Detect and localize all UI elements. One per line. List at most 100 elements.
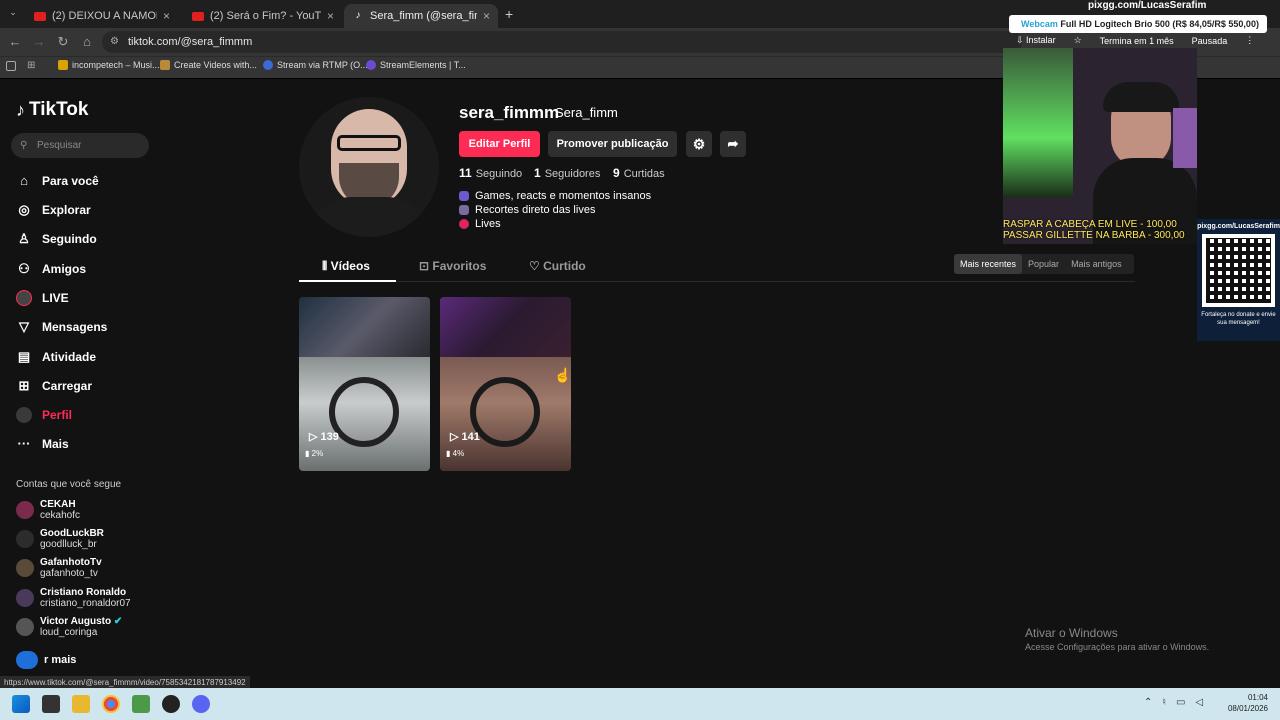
- live-icon: [16, 290, 32, 306]
- avatar: [16, 501, 34, 519]
- sidebar-item-live[interactable]: LIVE: [16, 287, 69, 309]
- update-button[interactable]: Termina em 1 mês: [1100, 36, 1174, 46]
- apps-icon[interactable]: ⊞: [27, 60, 35, 71]
- bookmark-1[interactable]: incompetech – Musi...: [58, 60, 160, 70]
- mouse-cursor-icon: ☝: [554, 367, 572, 383]
- clock[interactable]: 01:04 08/01/2026: [1224, 692, 1268, 714]
- browser-tab-2[interactable]: (2) Será o Fim? - YouTube ×: [184, 4, 342, 28]
- sidebar-item-atividade[interactable]: ▤ Atividade: [16, 346, 96, 368]
- site-info-icon[interactable]: ⚙: [110, 31, 119, 53]
- volume-icon[interactable]: ◁: [1195, 697, 1203, 708]
- followed-account[interactable]: CEKAH cekahofc: [16, 499, 80, 521]
- tiktok-icon: ♪: [16, 99, 25, 120]
- tab-liked[interactable]: ♡ Curtido: [529, 259, 586, 273]
- film-icon: [459, 205, 469, 215]
- see-more-button[interactable]: r mais: [16, 651, 76, 669]
- tab-search-icon[interactable]: ⌄: [6, 7, 20, 21]
- bookmark-star-icon[interactable]: ☆: [1074, 35, 1082, 46]
- webcam-overlay: [1003, 48, 1197, 244]
- grid-icon: ⦀: [322, 259, 331, 273]
- bookmark-4[interactable]: StreamElements | T...: [366, 60, 466, 70]
- view-count: ▷ 141: [450, 431, 480, 443]
- pix-title: pixgg.com/LucasSerafim: [1088, 0, 1207, 11]
- tiktok-icon: ♪: [355, 10, 361, 21]
- folder-icon: [58, 60, 68, 70]
- close-icon[interactable]: ×: [327, 9, 334, 23]
- scope-icon: [470, 377, 540, 447]
- profile-paused-button[interactable]: Pausada: [1192, 36, 1228, 46]
- profile-avatar[interactable]: [299, 97, 439, 237]
- search-input[interactable]: ⚲ Pesquisar: [11, 133, 149, 158]
- chrome-icon[interactable]: [102, 695, 120, 713]
- gamepad-icon: [459, 191, 469, 201]
- browser-tab-1[interactable]: (2) DEIXOU A NAMORADA BEU ×: [26, 4, 178, 28]
- menu-icon[interactable]: ⋮: [1245, 35, 1254, 46]
- back-icon[interactable]: ←: [6, 33, 24, 51]
- browser-tab-3[interactable]: ♪ Sera_fimm (@sera_fimmm) | Tik ×: [344, 4, 498, 28]
- followed-account[interactable]: GafanhotoTv gafanhoto_tv: [16, 557, 102, 579]
- sidebar-item-carregar[interactable]: ⊞ Carregar: [16, 375, 92, 397]
- video-icon: [160, 60, 170, 70]
- reload-icon[interactable]: ↻: [54, 33, 72, 51]
- chevron-up-icon[interactable]: ⌃: [1144, 697, 1152, 708]
- youtube-icon: [34, 11, 46, 21]
- install-icon: ⇩: [1016, 35, 1027, 45]
- close-icon[interactable]: ×: [483, 9, 490, 23]
- task-view-icon[interactable]: [42, 695, 60, 713]
- home-browser-icon[interactable]: ⌂: [78, 33, 96, 51]
- sort-recent-button[interactable]: Mais recentes: [954, 254, 1023, 274]
- retention-badge: ▮ 2%: [305, 449, 324, 458]
- system-tray: ⌃ ♮ ▭ ◁: [1144, 697, 1203, 708]
- bookmark-2[interactable]: Create Videos with...: [160, 60, 257, 70]
- sidebar-item-para-voce[interactable]: ⌂ Para você: [16, 170, 99, 192]
- followed-account[interactable]: Cristiano Ronaldo cristiano_ronaldor07: [16, 587, 131, 609]
- windows-start-icon[interactable]: [12, 695, 30, 713]
- sidebar-item-amigos[interactable]: ⚇ Amigos: [16, 258, 86, 280]
- microphone-icon[interactable]: ♮: [1162, 697, 1166, 708]
- video-thumbnail[interactable]: ▷ 141 ▮ 4%: [440, 297, 571, 471]
- followers-stat[interactable]: 1 Seguidores: [534, 166, 600, 180]
- bookmark-icon: ⊡: [419, 259, 433, 273]
- sidebar-toggle-icon[interactable]: [6, 61, 16, 71]
- discord-icon[interactable]: [192, 695, 210, 713]
- toolbar-actions: ⇩ Instalar ☆ Termina em 1 mês Pausada ⋮: [1016, 35, 1254, 46]
- sidebar-item-mensagens[interactable]: ▽ Mensagens: [16, 316, 107, 338]
- followed-account[interactable]: Victor Augusto ✔ loud_coringa: [16, 616, 122, 638]
- settings-gear-icon[interactable]: ⚙: [686, 131, 712, 157]
- sidebar-item-mais[interactable]: ··· Mais: [16, 433, 69, 455]
- new-tab-icon[interactable]: +: [505, 6, 513, 22]
- scope-icon: [329, 377, 399, 447]
- thumbnail-webcam: [440, 297, 571, 357]
- share-icon[interactable]: ➦: [720, 131, 746, 157]
- sort-popular-button[interactable]: Popular: [1022, 254, 1065, 274]
- windows-activation-watermark: Ativar o Windows Acesse Configurações pa…: [1025, 626, 1210, 652]
- video-thumbnail[interactable]: ▷ 139 ▮ 2%: [299, 297, 430, 471]
- promote-post-button[interactable]: Promover publicação: [548, 131, 677, 157]
- edit-profile-button[interactable]: Editar Perfil: [459, 131, 540, 157]
- followed-account[interactable]: GoodLuckBR goodlluck_br: [16, 528, 104, 550]
- tab-videos[interactable]: ⦀ Vídeos: [322, 259, 370, 274]
- profile-username: sera_fimmm: [459, 103, 560, 122]
- following-stat[interactable]: 11 Seguindo: [459, 166, 522, 180]
- install-button[interactable]: ⇩ Instalar: [1016, 35, 1056, 46]
- likes-stat: 9 Curtidas: [613, 166, 665, 180]
- sidebar-item-explorar[interactable]: ◎ Explorar: [16, 199, 90, 221]
- obs-icon[interactable]: [162, 695, 180, 713]
- tiktok-logo[interactable]: ♪ TikTok: [16, 99, 88, 121]
- bookmark-3[interactable]: Stream via RTMP (O...: [263, 60, 368, 70]
- profile-display-name: Sera_fimm: [555, 105, 618, 120]
- heart-icon: ♡: [529, 259, 544, 273]
- sort-oldest-button[interactable]: Mais antigos: [1065, 254, 1128, 274]
- close-icon[interactable]: ×: [163, 9, 170, 23]
- sidebar-item-perfil[interactable]: Perfil: [16, 404, 72, 426]
- sidebar-item-seguindo[interactable]: ♙ Seguindo: [16, 228, 97, 250]
- file-explorer-icon[interactable]: [72, 695, 90, 713]
- thumbnail-webcam: [299, 297, 430, 357]
- following-icon: ♙: [18, 231, 30, 246]
- address-bar[interactable]: ⚙ tiktok.com/@sera_fimmm: [102, 31, 1022, 53]
- network-icon[interactable]: ▭: [1176, 697, 1185, 708]
- tab-favorites[interactable]: ⊡ Favoritos: [419, 259, 486, 273]
- app-icon[interactable]: [132, 695, 150, 713]
- play-icon: ▷: [309, 431, 321, 443]
- forward-icon[interactable]: →: [30, 33, 48, 51]
